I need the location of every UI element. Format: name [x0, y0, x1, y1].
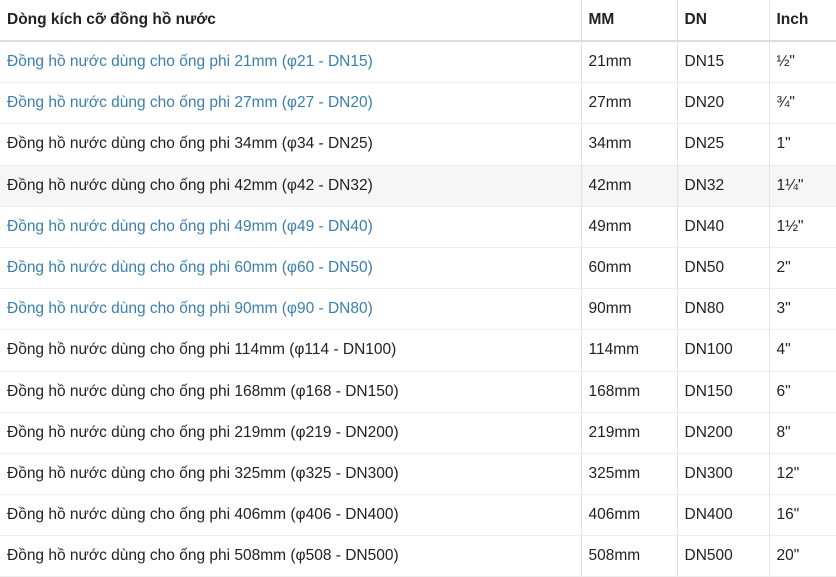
row-inch-cell: 1½" [769, 206, 836, 248]
row-dn-cell: DN150 [677, 371, 770, 413]
row-inch-cell: 1¼" [769, 165, 836, 207]
row-mm-cell: 406mm [581, 494, 678, 537]
row-name-cell[interactable]: Đồng hồ nước dùng cho ống phi 21mm (φ21 … [0, 41, 582, 84]
row-name-cell[interactable]: Đồng hồ nước dùng cho ống phi 60mm (φ60 … [0, 247, 582, 290]
table-header-row: Dòng kích cỡ đồng hồ nước MM DN Inch [0, 0, 836, 42]
row-inch-cell: 1" [769, 123, 836, 166]
header-mm: MM [581, 0, 678, 42]
row-mm-cell: 90mm [581, 288, 678, 331]
row-name-cell[interactable]: Đồng hồ nước dùng cho ống phi 27mm (φ27 … [0, 82, 582, 125]
row-dn-cell: DN200 [677, 412, 770, 454]
table-row: Đồng hồ nước dùng cho ống phi 508mm (φ50… [0, 535, 836, 577]
row-dn-cell: DN20 [677, 82, 770, 125]
row-dn-cell: DN500 [677, 535, 770, 577]
table-row: Đồng hồ nước dùng cho ống phi 60mm (φ60 … [0, 247, 836, 290]
table-row: Đồng hồ nước dùng cho ống phi 90mm (φ90 … [0, 288, 836, 331]
row-mm-cell: 325mm [581, 453, 678, 496]
meter-size-table: Dòng kích cỡ đồng hồ nước MM DN Inch Đồn… [0, 0, 836, 577]
row-name-cell: Đồng hồ nước dùng cho ống phi 406mm (φ40… [0, 494, 582, 537]
row-dn-cell: DN32 [677, 165, 770, 207]
row-inch-cell: 6" [769, 371, 836, 413]
row-name-cell: Đồng hồ nước dùng cho ống phi 508mm (φ50… [0, 535, 582, 577]
table-row: Đồng hồ nước dùng cho ống phi 21mm (φ21 … [0, 41, 836, 84]
row-mm-cell: 114mm [581, 329, 678, 372]
row-inch-cell: 2" [769, 247, 836, 290]
row-mm-cell: 34mm [581, 123, 678, 166]
row-name-cell: Đồng hồ nước dùng cho ống phi 114mm (φ11… [0, 329, 582, 372]
table-row: Đồng hồ nước dùng cho ống phi 325mm (φ32… [0, 453, 836, 496]
row-inch-cell: 16" [769, 494, 836, 537]
row-name-cell[interactable]: Đồng hồ nước dùng cho ống phi 49mm (φ49 … [0, 206, 582, 248]
row-mm-cell: 21mm [581, 41, 678, 84]
row-dn-cell: DN300 [677, 453, 770, 496]
row-inch-cell: ¾" [769, 82, 836, 125]
row-dn-cell: DN100 [677, 329, 770, 372]
row-name-cell: Đồng hồ nước dùng cho ống phi 42mm (φ42 … [0, 165, 582, 207]
table-row: Đồng hồ nước dùng cho ống phi 34mm (φ34 … [0, 123, 836, 166]
table-row: Đồng hồ nước dùng cho ống phi 219mm (φ21… [0, 412, 836, 454]
row-inch-cell: 3" [769, 288, 836, 331]
row-mm-cell: 49mm [581, 206, 678, 248]
row-mm-cell: 219mm [581, 412, 678, 454]
row-dn-cell: DN25 [677, 123, 770, 166]
row-inch-cell: 12" [769, 453, 836, 496]
row-inch-cell: ½" [769, 41, 836, 84]
header-size-line: Dòng kích cỡ đồng hồ nước [0, 0, 582, 42]
row-name-cell: Đồng hồ nước dùng cho ống phi 34mm (φ34 … [0, 123, 582, 166]
row-dn-cell: DN400 [677, 494, 770, 537]
row-inch-cell: 20" [769, 535, 836, 577]
row-mm-cell: 168mm [581, 371, 678, 413]
header-dn: DN [677, 0, 770, 42]
table-row: Đồng hồ nước dùng cho ống phi 168mm (φ16… [0, 371, 836, 413]
row-name-cell: Đồng hồ nước dùng cho ống phi 168mm (φ16… [0, 371, 582, 413]
table-row: Đồng hồ nước dùng cho ống phi 27mm (φ27 … [0, 82, 836, 125]
table-row: Đồng hồ nước dùng cho ống phi 406mm (φ40… [0, 494, 836, 537]
table-row: Đồng hồ nước dùng cho ống phi 114mm (φ11… [0, 329, 836, 372]
row-dn-cell: DN80 [677, 288, 770, 331]
row-inch-cell: 4" [769, 329, 836, 372]
row-inch-cell: 8" [769, 412, 836, 454]
row-dn-cell: DN50 [677, 247, 770, 290]
table-row: Đồng hồ nước dùng cho ống phi 49mm (φ49 … [0, 206, 836, 248]
header-inch: Inch [769, 0, 836, 42]
row-dn-cell: DN40 [677, 206, 770, 248]
row-dn-cell: DN15 [677, 41, 770, 84]
row-name-cell: Đồng hồ nước dùng cho ống phi 325mm (φ32… [0, 453, 582, 496]
table-row: Đồng hồ nước dùng cho ống phi 42mm (φ42 … [0, 165, 836, 207]
row-name-cell: Đồng hồ nước dùng cho ống phi 219mm (φ21… [0, 412, 582, 454]
row-name-cell[interactable]: Đồng hồ nước dùng cho ống phi 90mm (φ90 … [0, 288, 582, 331]
row-mm-cell: 42mm [581, 165, 678, 207]
row-mm-cell: 508mm [581, 535, 678, 577]
row-mm-cell: 60mm [581, 247, 678, 290]
row-mm-cell: 27mm [581, 82, 678, 125]
